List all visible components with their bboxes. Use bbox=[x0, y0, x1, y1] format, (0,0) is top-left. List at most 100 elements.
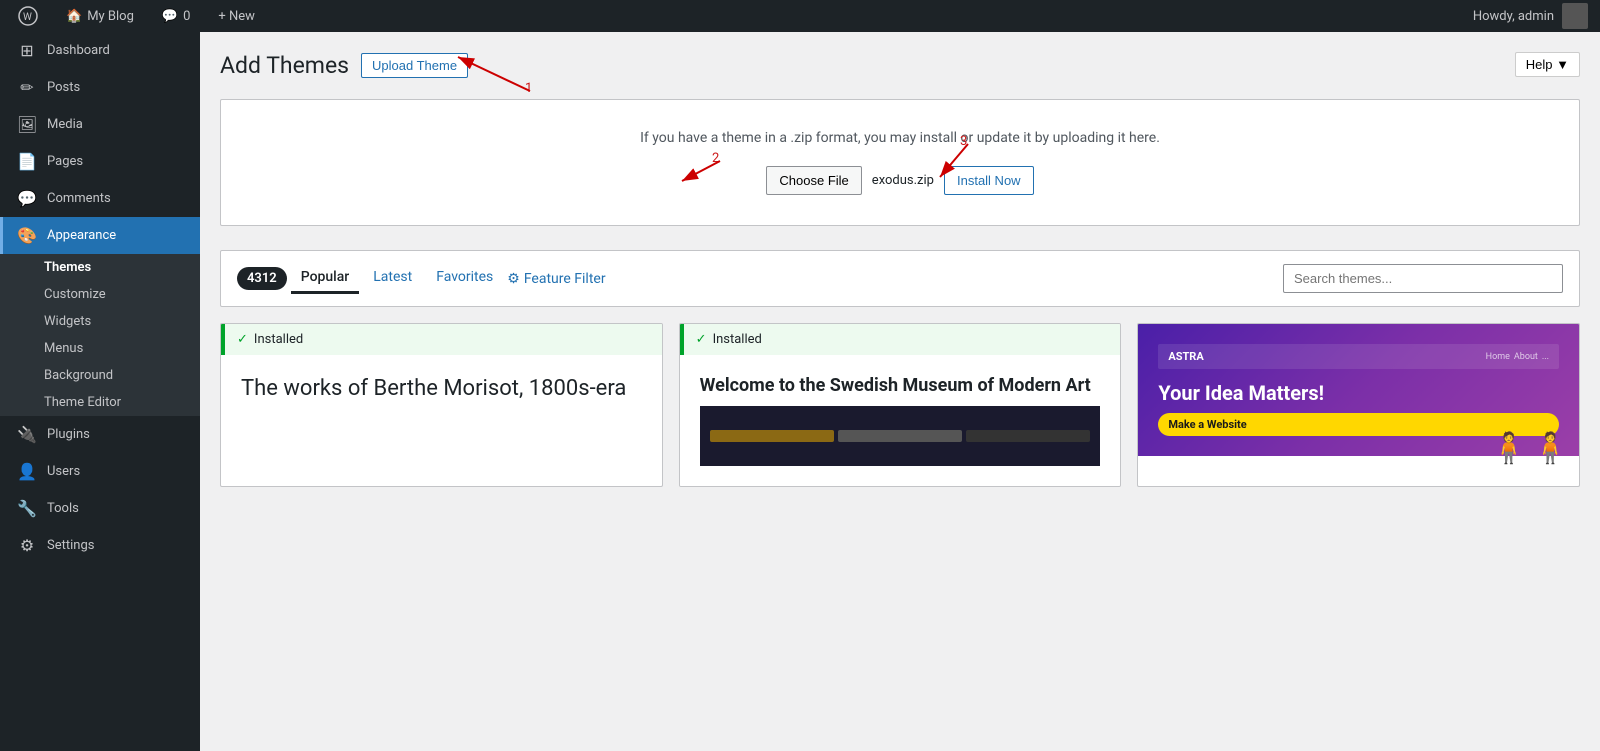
settings-icon: ⚙ bbox=[17, 536, 37, 555]
theme-preview-img-2 bbox=[700, 406, 1101, 466]
new-label: + New bbox=[218, 9, 255, 24]
preview-bar-1 bbox=[710, 430, 834, 442]
choose-file-button[interactable]: Choose File bbox=[766, 166, 861, 195]
installed-banner-2: ✓ Installed bbox=[680, 324, 1121, 355]
background-label: Background bbox=[44, 368, 113, 383]
figure-2: 🧍 bbox=[1532, 431, 1569, 466]
tab-favorites[interactable]: Favorites bbox=[426, 263, 503, 294]
astra-nav: Home About ... bbox=[1486, 352, 1549, 362]
site-name-item[interactable]: 🏠 My Blog bbox=[60, 0, 140, 32]
menus-label: Menus bbox=[44, 341, 83, 356]
submenu-item-customize[interactable]: Customize bbox=[0, 281, 200, 308]
main-content: Help ▼ Add Themes Upload Theme 1 2 3 bbox=[200, 32, 1600, 751]
step-2-label: 2 bbox=[712, 151, 719, 166]
tab-popular[interactable]: Popular bbox=[291, 263, 360, 294]
pages-icon: 📄 bbox=[17, 152, 37, 171]
theme-title-1: The works of Berthe Morisot, 1800s-era bbox=[241, 375, 626, 404]
help-button[interactable]: Help ▼ bbox=[1515, 52, 1580, 77]
theme-card-1[interactable]: ✓ Installed The works of Berthe Morisot,… bbox=[220, 323, 663, 487]
submenu-item-menus[interactable]: Menus bbox=[0, 335, 200, 362]
nav-dot-3: ... bbox=[1542, 352, 1549, 362]
search-themes-input[interactable] bbox=[1283, 264, 1563, 293]
astra-headline: Your Idea Matters! bbox=[1158, 381, 1559, 405]
howdy-text: Howdy, admin bbox=[1473, 9, 1554, 24]
sidebar-label-comments: Comments bbox=[47, 191, 111, 206]
help-button-wrap: Help ▼ bbox=[1515, 52, 1580, 77]
check-icon-1: ✓ bbox=[237, 332, 248, 347]
sidebar-label-users: Users bbox=[47, 464, 80, 479]
sidebar-item-media[interactable]: 🖼 Media bbox=[0, 106, 200, 143]
comment-icon: 💬 bbox=[162, 9, 178, 24]
theme-card-2[interactable]: ✓ Installed Welcome to the Swedish Museu… bbox=[679, 323, 1122, 487]
nav-dot-1: Home bbox=[1486, 352, 1510, 362]
gear-icon: ⚙ bbox=[507, 271, 520, 287]
theme-editor-label: Theme Editor bbox=[44, 395, 121, 410]
nav-dot-2: About bbox=[1514, 352, 1538, 362]
installed-banner-1: ✓ Installed bbox=[221, 324, 662, 355]
theme-preview-2: Welcome to the Swedish Museum of Modern … bbox=[680, 355, 1121, 486]
posts-icon: ✏ bbox=[17, 78, 37, 97]
themes-label: Themes bbox=[44, 260, 91, 275]
upload-zone: If you have a theme in a .zip format, yo… bbox=[220, 99, 1580, 226]
installed-label-2: Installed bbox=[713, 332, 762, 347]
astra-illustration: 🧍 🧍 bbox=[1490, 431, 1569, 466]
dashboard-icon: ⊞ bbox=[17, 41, 37, 60]
plugins-icon: 🔌 bbox=[17, 425, 37, 444]
sidebar-item-pages[interactable]: 📄 Pages bbox=[0, 143, 200, 180]
new-item[interactable]: + New bbox=[212, 0, 261, 32]
sidebar-item-comments[interactable]: 💬 Comments bbox=[0, 180, 200, 217]
sidebar-item-users[interactable]: 👤 Users bbox=[0, 453, 200, 490]
sidebar-label-settings: Settings bbox=[47, 538, 94, 553]
sidebar-label-posts: Posts bbox=[47, 80, 80, 95]
admin-bar: W 🏠 My Blog 💬 0 + New Howdy, admin bbox=[0, 0, 1600, 32]
upload-theme-button[interactable]: Upload Theme bbox=[361, 53, 468, 78]
step-1-label: 1 bbox=[525, 81, 532, 96]
sidebar-label-dashboard: Dashboard bbox=[47, 43, 110, 58]
submenu-item-themes[interactable]: Themes bbox=[0, 254, 200, 281]
media-icon: 🖼 bbox=[17, 115, 37, 134]
comments-item[interactable]: 💬 0 bbox=[156, 0, 197, 32]
submenu-item-widgets[interactable]: Widgets bbox=[0, 308, 200, 335]
sidebar-item-posts[interactable]: ✏ Posts bbox=[0, 69, 200, 106]
sidebar-item-plugins[interactable]: 🔌 Plugins bbox=[0, 416, 200, 453]
install-now-button[interactable]: Install Now bbox=[944, 166, 1034, 195]
comments-count: 0 bbox=[183, 9, 190, 24]
preview-bar-2 bbox=[838, 430, 962, 442]
page-header: Add Themes Upload Theme bbox=[220, 52, 1580, 79]
figure-1: 🧍 bbox=[1490, 431, 1527, 466]
tools-icon: 🔧 bbox=[17, 499, 37, 518]
search-themes-wrap bbox=[1283, 264, 1563, 293]
sidebar-label-tools: Tools bbox=[47, 501, 79, 516]
home-icon: 🏠 bbox=[66, 9, 82, 24]
sidebar-label-appearance: Appearance bbox=[47, 228, 116, 243]
tab-latest[interactable]: Latest bbox=[363, 263, 422, 294]
sidebar-item-appearance[interactable]: 🎨 Appearance bbox=[0, 217, 200, 254]
upload-controls: Choose File exodus.zip Install Now bbox=[251, 166, 1549, 195]
submenu-item-background[interactable]: Background bbox=[0, 362, 200, 389]
avatar bbox=[1562, 3, 1588, 29]
sidebar-label-pages: Pages bbox=[47, 154, 83, 169]
theme-tabs-bar: 4312 Popular Latest Favorites ⚙ Feature … bbox=[220, 250, 1580, 307]
theme-cards-grid: ✓ Installed The works of Berthe Morisot,… bbox=[220, 323, 1580, 487]
submenu-item-theme-editor[interactable]: Theme Editor bbox=[0, 389, 200, 416]
feature-filter[interactable]: ⚙ Feature Filter bbox=[507, 271, 605, 287]
upload-description: If you have a theme in a .zip format, yo… bbox=[251, 130, 1549, 146]
sidebar-item-tools[interactable]: 🔧 Tools bbox=[0, 490, 200, 527]
users-icon: 👤 bbox=[17, 462, 37, 481]
widgets-label: Widgets bbox=[44, 314, 91, 329]
sidebar-item-settings[interactable]: ⚙ Settings bbox=[0, 527, 200, 564]
sidebar-label-media: Media bbox=[47, 117, 83, 132]
theme-preview-1: The works of Berthe Morisot, 1800s-era bbox=[221, 355, 662, 485]
page-title: Add Themes bbox=[220, 52, 349, 79]
installed-label-1: Installed bbox=[254, 332, 303, 347]
astra-logo-bar: ASTRA Home About ... bbox=[1158, 344, 1559, 369]
appearance-icon: 🎨 bbox=[17, 226, 37, 245]
wp-logo-item[interactable]: W bbox=[12, 0, 44, 32]
help-label: Help ▼ bbox=[1526, 57, 1569, 72]
admin-sidebar: ⊞ Dashboard ✏ Posts 🖼 Media 📄 Pages 💬 Co… bbox=[0, 32, 200, 751]
file-name-display: exodus.zip bbox=[872, 173, 934, 188]
theme-card-3[interactable]: ASTRA Home About ... Your Idea Matters! … bbox=[1137, 323, 1580, 487]
customize-label: Customize bbox=[44, 287, 106, 302]
step-3-label: 3 bbox=[960, 134, 967, 149]
sidebar-item-dashboard[interactable]: ⊞ Dashboard bbox=[0, 32, 200, 69]
